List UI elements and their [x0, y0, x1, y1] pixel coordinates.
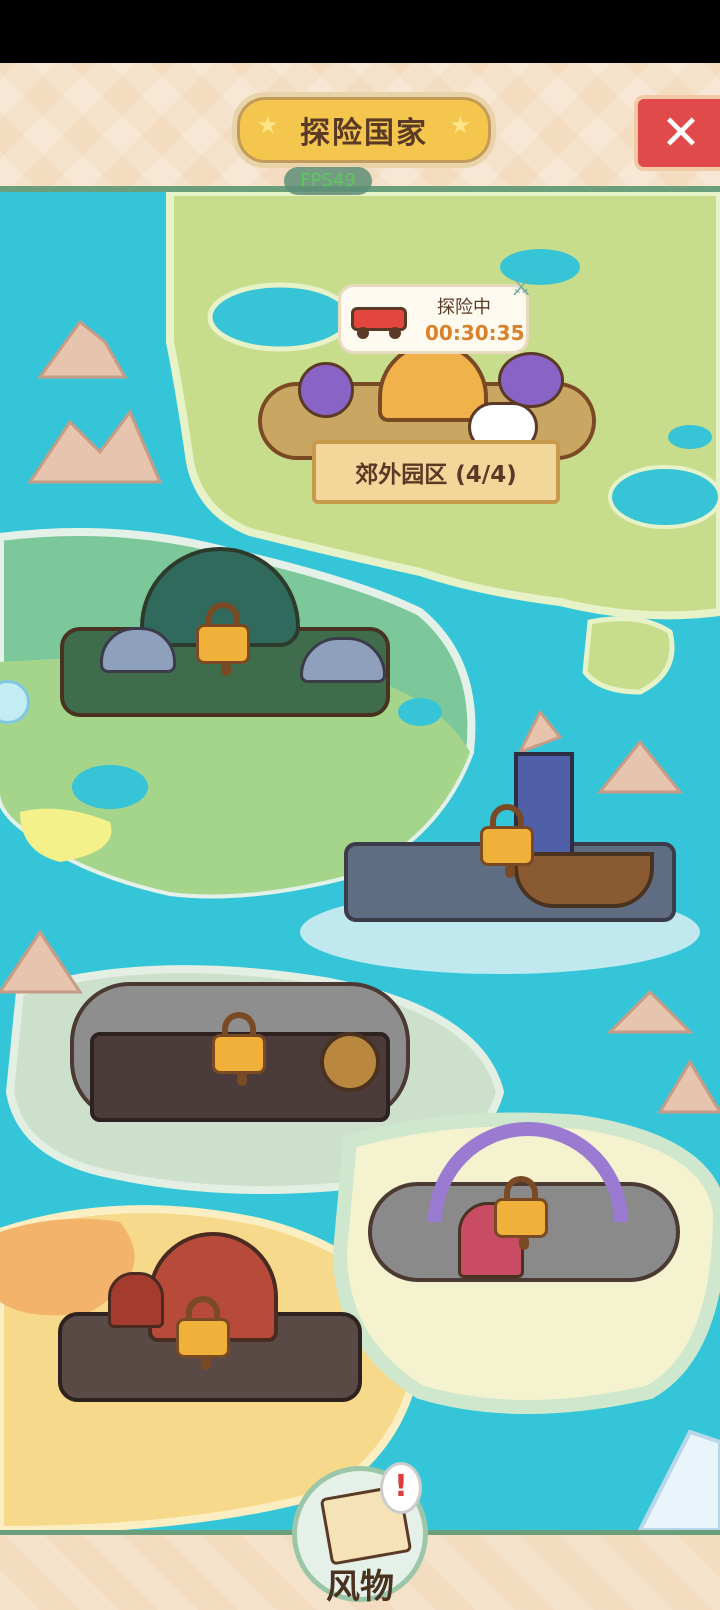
lock-icon-steampunk [212, 1012, 266, 1086]
fps-counter: FPS49 [284, 167, 372, 195]
world-map[interactable] [0, 192, 720, 1530]
lock-icon-tent [176, 1296, 230, 1370]
lock-icon-harbor [480, 804, 534, 878]
lock-icon-candy [494, 1176, 548, 1250]
page-title-banner: ★ 探险国家 ★ [232, 92, 496, 168]
close-button[interactable]: ✕ [634, 95, 720, 171]
expedition-status-bubble[interactable]: 探险中 00:30:35 ⚔ [338, 273, 532, 354]
page-title: 探险国家 [300, 116, 428, 151]
expedition-status-text: 探险中 [437, 297, 491, 318]
status-bar [0, 0, 720, 63]
star-icon: ★ [449, 111, 471, 139]
region-name-label: 郊外园区 (4/4) [355, 462, 517, 488]
region-name-plate[interactable]: 郊外园区 (4/4) [312, 440, 560, 504]
lock-icon-forest [196, 602, 250, 676]
fire-truck-icon [351, 297, 407, 339]
close-x-icon: ✕ [660, 105, 702, 161]
star-icon: ★ [257, 111, 279, 139]
crossed-swords-icon: ⚔ [510, 273, 532, 301]
scenery-label: 风物 [326, 1567, 394, 1607]
expedition-timer: 00:30:35 [425, 321, 525, 345]
notification-badge: ! [380, 1462, 422, 1514]
